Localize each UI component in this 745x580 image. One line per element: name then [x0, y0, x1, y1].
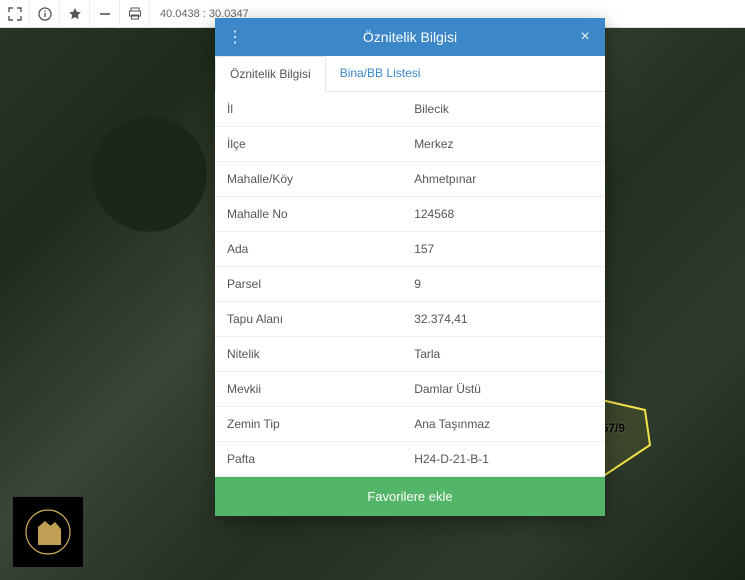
info-icon[interactable]	[30, 0, 60, 28]
attribute-table: İlBilecikİlçeMerkezMahalle/KöyAhmetpınar…	[215, 92, 605, 477]
attr-key: Parsel	[215, 267, 402, 302]
modal-menu-icon[interactable]: ⋮	[225, 27, 245, 47]
brand-logo	[12, 496, 84, 568]
tab-oznitelik-bilgisi[interactable]: Öznitelik Bilgisi	[215, 56, 326, 92]
attr-value: 32.374,41	[402, 302, 605, 337]
attr-value: Ahmetpınar	[402, 162, 605, 197]
modal-title: Öznitelik Bilgisi	[245, 29, 575, 45]
attr-key: İlçe	[215, 127, 402, 162]
modal-tabs: Öznitelik Bilgisi Bina/BB Listesi	[215, 56, 605, 92]
attr-value: 157	[402, 232, 605, 267]
attribute-info-modal: ⋮ Öznitelik Bilgisi × Öznitelik Bilgisi …	[215, 18, 605, 516]
attr-value: Tarla	[402, 337, 605, 372]
table-row: Parsel9	[215, 267, 605, 302]
table-row: Zemin TipAna Taşınmaz	[215, 407, 605, 442]
table-row: Tapu Alanı32.374,41	[215, 302, 605, 337]
minus-icon[interactable]	[90, 0, 120, 28]
attr-value: Ana Taşınmaz	[402, 407, 605, 442]
close-icon[interactable]: ×	[575, 27, 595, 47]
table-row: PaftaH24-D-21-B-1	[215, 442, 605, 477]
table-row: MevkiiDamlar Üstü	[215, 372, 605, 407]
attr-key: Tapu Alanı	[215, 302, 402, 337]
fullscreen-icon[interactable]	[0, 0, 30, 28]
print-icon[interactable]	[120, 0, 150, 28]
table-row: Mahalle No124568	[215, 197, 605, 232]
tab-bina-bb-listesi[interactable]: Bina/BB Listesi	[326, 56, 435, 91]
attr-key: Mahalle No	[215, 197, 402, 232]
attr-key: Zemin Tip	[215, 407, 402, 442]
attr-value: 9	[402, 267, 605, 302]
attr-key: Nitelik	[215, 337, 402, 372]
attr-key: İl	[215, 92, 402, 127]
attr-value: 124568	[402, 197, 605, 232]
attr-key: Pafta	[215, 442, 402, 477]
attr-value: Merkez	[402, 127, 605, 162]
table-row: Mahalle/KöyAhmetpınar	[215, 162, 605, 197]
table-row: İlBilecik	[215, 92, 605, 127]
star-icon[interactable]	[60, 0, 90, 28]
attr-key: Ada	[215, 232, 402, 267]
table-row: Ada157	[215, 232, 605, 267]
table-row: NitelikTarla	[215, 337, 605, 372]
attr-value: H24-D-21-B-1	[402, 442, 605, 477]
modal-header: ⋮ Öznitelik Bilgisi ×	[215, 18, 605, 56]
attr-value: Damlar Üstü	[402, 372, 605, 407]
attr-key: Mevkii	[215, 372, 402, 407]
add-favorite-button[interactable]: Favorilere ekle	[215, 477, 605, 516]
attr-key: Mahalle/Köy	[215, 162, 402, 197]
attr-value: Bilecik	[402, 92, 605, 127]
table-row: İlçeMerkez	[215, 127, 605, 162]
